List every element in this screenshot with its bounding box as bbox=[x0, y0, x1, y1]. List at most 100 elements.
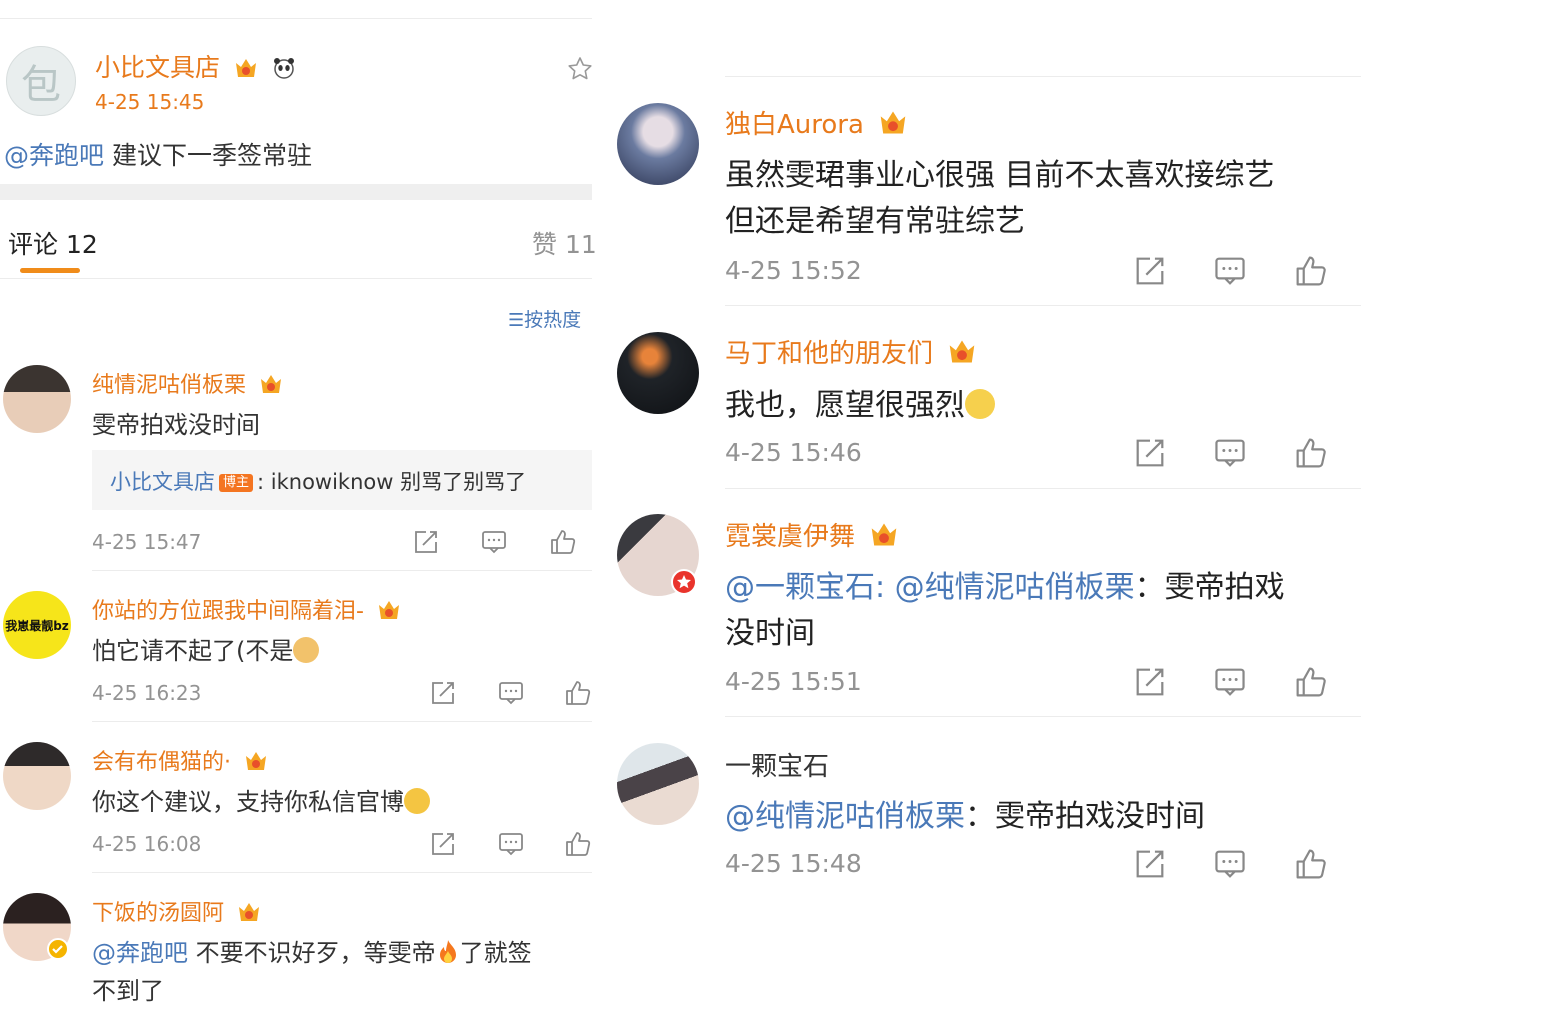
commenter-avatar[interactable] bbox=[617, 103, 699, 185]
post-time: 4-25 15:45 bbox=[95, 90, 205, 114]
like-icon[interactable] bbox=[1294, 665, 1328, 699]
comment-actions bbox=[1134, 665, 1328, 699]
like-icon[interactable] bbox=[1294, 254, 1328, 288]
comment-text: @奔跑吧 不要不识好歹，等雯帝 了就签 bbox=[92, 939, 532, 967]
tab-likes[interactable]: 赞 11 bbox=[532, 225, 597, 261]
tab-indicator bbox=[20, 268, 80, 273]
mention-link[interactable]: @奔跑吧 bbox=[92, 939, 188, 967]
comment-text-cont: 没时间 bbox=[725, 616, 815, 651]
grin-emoji-icon bbox=[404, 788, 430, 814]
commenter-name[interactable]: 马丁和他的朋友们 bbox=[725, 333, 977, 370]
divider bbox=[92, 721, 592, 722]
comment-text: 我也，愿望很强烈 bbox=[725, 380, 995, 424]
comment-time: 4-25 15:48 bbox=[725, 849, 862, 878]
comment-text: 你这个建议，支持你私信官博 bbox=[92, 782, 430, 817]
reply-preview[interactable]: 小比文具店 博主: iknowiknow 别骂了别骂了 bbox=[92, 450, 592, 510]
mention-link[interactable]: @纯情泥咕俏板栗 bbox=[895, 570, 1135, 605]
commenter-avatar[interactable]: 我崽最靓bz bbox=[3, 591, 71, 659]
like-icon[interactable] bbox=[1294, 436, 1328, 470]
like-icon[interactable] bbox=[1294, 847, 1328, 881]
share-icon[interactable] bbox=[1134, 666, 1166, 698]
comment-time: 4-25 15:47 bbox=[92, 530, 202, 554]
comment-icon[interactable] bbox=[498, 831, 524, 857]
author-avatar[interactable]: 包 bbox=[6, 46, 76, 116]
panda-icon bbox=[273, 58, 294, 79]
like-icon[interactable] bbox=[564, 830, 592, 858]
comment-actions bbox=[1134, 847, 1328, 881]
share-icon[interactable] bbox=[430, 680, 456, 706]
share-icon[interactable] bbox=[1134, 437, 1166, 469]
comment-text: 怕它请不起了(不是 bbox=[92, 631, 320, 666]
fire-emoji-icon bbox=[439, 940, 456, 963]
commenter-avatar[interactable] bbox=[3, 742, 71, 810]
comment-icon[interactable] bbox=[1214, 255, 1246, 287]
vip-crown-icon bbox=[880, 111, 906, 134]
divider bbox=[725, 716, 1361, 717]
member-badge-icon bbox=[671, 569, 697, 595]
comment-text-cont: 不到了 bbox=[92, 977, 164, 1005]
share-icon[interactable] bbox=[1134, 255, 1166, 287]
vip-crown-icon bbox=[872, 523, 897, 546]
comment-time: 4-25 16:08 bbox=[92, 832, 202, 856]
tab-comments[interactable]: 评论 12 bbox=[8, 225, 98, 261]
share-icon[interactable] bbox=[1134, 848, 1166, 880]
sort-toggle[interactable]: ☰按热度 bbox=[508, 305, 581, 332]
like-icon[interactable] bbox=[564, 679, 592, 707]
section-separator bbox=[0, 184, 592, 200]
vip-crown-icon bbox=[261, 375, 282, 393]
like-icon[interactable] bbox=[549, 528, 577, 556]
commenter-name[interactable]: 霓裳虞伊舞 bbox=[725, 516, 899, 553]
commenter-name[interactable]: 下饭的汤圆阿 bbox=[92, 895, 261, 927]
comment-time: 4-25 15:52 bbox=[725, 256, 862, 285]
commenter-avatar[interactable] bbox=[617, 743, 699, 825]
share-icon[interactable] bbox=[430, 831, 456, 857]
comment-text-cont: 但还是希望有常驻综艺 bbox=[725, 204, 1025, 239]
vip-crown-icon bbox=[246, 752, 266, 770]
mention-link[interactable]: @奔跑吧 bbox=[4, 141, 104, 170]
comment-actions bbox=[430, 679, 592, 707]
mention-link[interactable]: @纯情泥咕俏板栗 bbox=[725, 799, 965, 834]
reply-author[interactable]: 小比文具店 bbox=[110, 470, 215, 494]
divider bbox=[0, 278, 592, 279]
divider bbox=[725, 76, 1361, 77]
comment-actions bbox=[413, 528, 577, 556]
mention-link[interactable]: @一颗宝石 bbox=[725, 570, 875, 605]
comment-text: @纯情泥咕俏板栗：雯帝拍戏没时间 bbox=[725, 799, 1205, 834]
vip-crown-icon bbox=[239, 903, 260, 921]
comment-text: 雯帝拍戏没时间 bbox=[92, 411, 260, 439]
comment-icon[interactable] bbox=[1214, 848, 1246, 880]
doge-emoji-icon bbox=[293, 637, 320, 663]
sort-icon: ☰ bbox=[508, 310, 525, 331]
dizzy-emoji-icon bbox=[965, 389, 995, 419]
divider bbox=[725, 305, 1361, 306]
post-text: @奔跑吧 建议下一季签常驻 bbox=[4, 141, 312, 170]
comment-actions bbox=[1134, 254, 1328, 288]
comment-icon[interactable] bbox=[498, 680, 524, 706]
share-icon[interactable] bbox=[413, 529, 439, 555]
divider bbox=[0, 18, 592, 19]
commenter-name[interactable]: 你站的方位跟我中间隔着泪- bbox=[92, 593, 401, 625]
divider bbox=[725, 488, 1361, 489]
comment-icon[interactable] bbox=[1214, 666, 1246, 698]
commenter-avatar[interactable] bbox=[3, 365, 71, 433]
post-author-name[interactable]: 小比文具店 bbox=[95, 48, 296, 84]
comment-icon[interactable] bbox=[1214, 437, 1246, 469]
commenter-avatar[interactable] bbox=[617, 332, 699, 414]
divider bbox=[92, 872, 592, 873]
commenter-name[interactable]: 独白Aurora bbox=[725, 104, 908, 141]
commenter-name[interactable]: 纯情泥咕俏板栗 bbox=[92, 367, 283, 399]
vip-crown-icon bbox=[235, 59, 256, 77]
comment-time: 4-25 16:23 bbox=[92, 681, 202, 705]
comment-actions bbox=[430, 830, 592, 858]
commenter-name[interactable]: 会有布偶猫的· bbox=[92, 744, 268, 776]
comment-text: 虽然雯珺事业心很强 目前不太喜欢接综艺 bbox=[725, 158, 1275, 193]
vip-crown-icon bbox=[950, 340, 975, 363]
vip-crown-icon bbox=[378, 601, 399, 619]
comment-icon[interactable] bbox=[481, 529, 507, 555]
commenter-name[interactable]: 一颗宝石 bbox=[725, 746, 829, 783]
comment-actions bbox=[1134, 436, 1328, 470]
comment-time: 4-25 15:46 bbox=[725, 438, 862, 467]
favorite-star-icon[interactable] bbox=[566, 55, 594, 83]
comment-text: @一颗宝石: @纯情泥咕俏板栗：雯帝拍戏 bbox=[725, 570, 1285, 605]
divider bbox=[92, 570, 592, 571]
